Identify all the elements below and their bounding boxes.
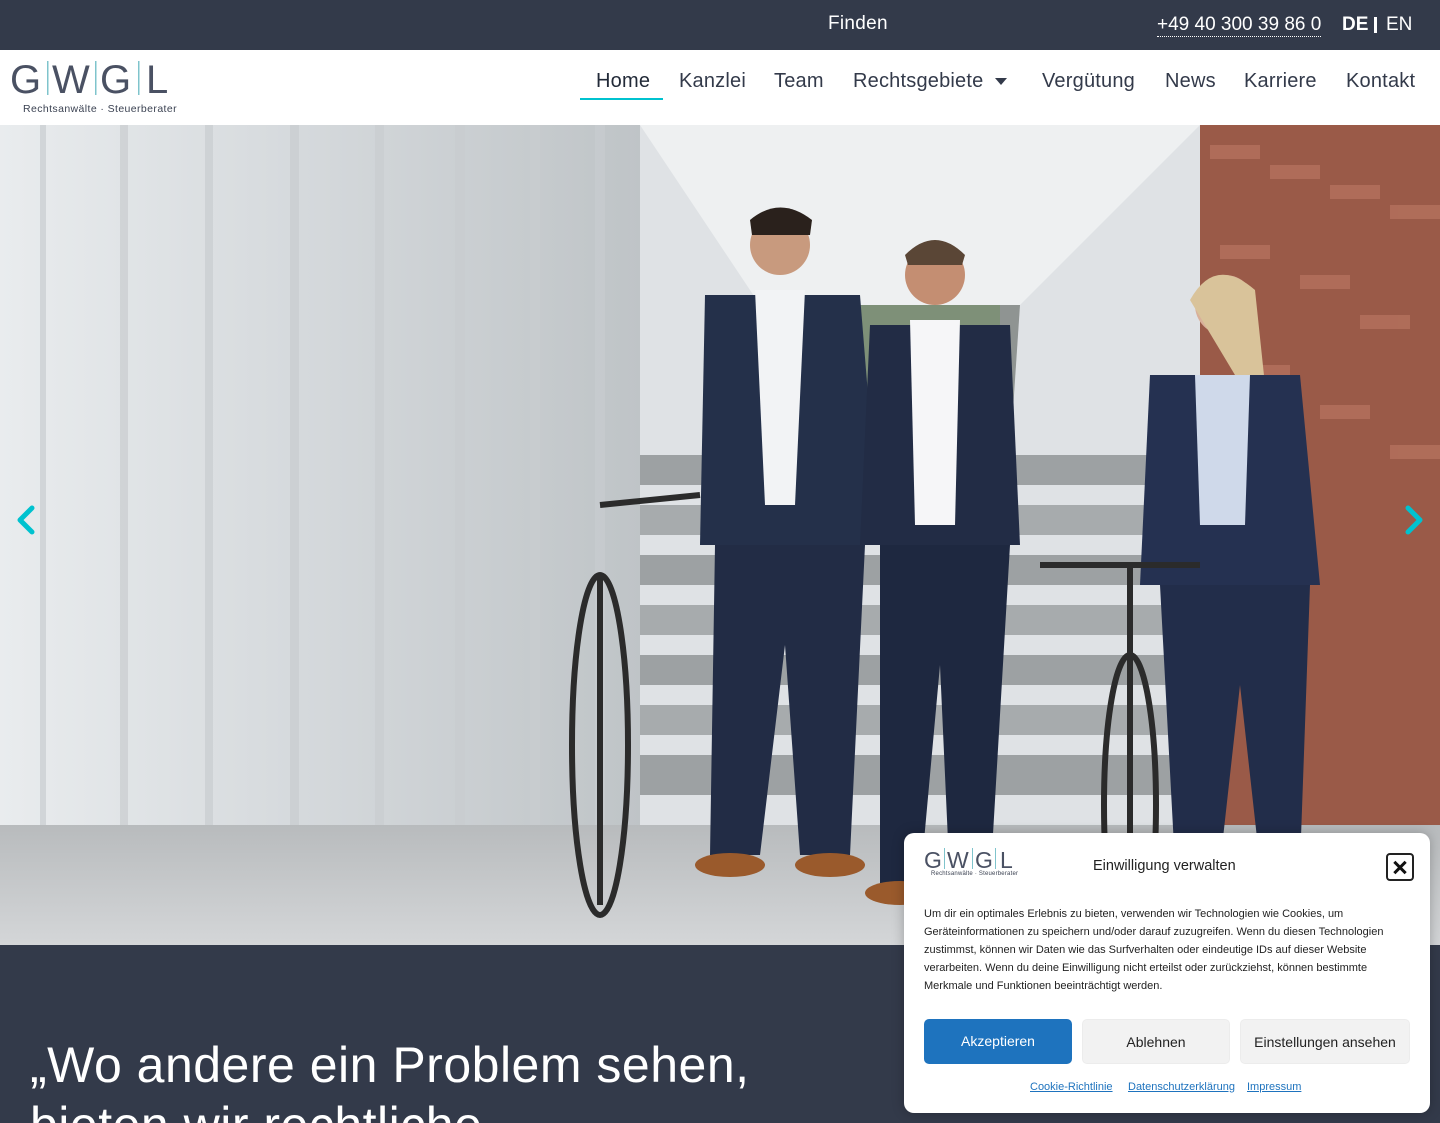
gwgl-logo[interactable]: G W G L Rechtsanwälte · Steuerberater [10,59,195,117]
language-separator [1374,17,1377,33]
privacy-policy-link[interactable]: Datenschutzerklärung [1128,1081,1235,1093]
close-icon[interactable] [1386,853,1414,881]
view-settings-button[interactable]: Einstellungen ansehen [1240,1019,1410,1064]
nav-news[interactable]: News [1165,70,1216,93]
phone-link[interactable]: +49 40 300 39 86 0 [1157,13,1322,37]
cookie-policy-link[interactable]: Cookie-Richtlinie [1030,1081,1113,1093]
svg-text:W: W [947,847,969,871]
site-header: G W G L Rechtsanwälte · Steuerberater Ho… [0,50,1440,125]
imprint-link[interactable]: Impressum [1247,1081,1301,1093]
hero-photo-team-with-bicycles [0,125,1440,945]
svg-text:G: G [10,59,43,99]
person-middle [860,240,1020,905]
quote-line-2: bieten wir rechtliche [30,1095,750,1123]
nav-team[interactable]: Team [774,70,824,93]
accept-button[interactable]: Akzeptieren [924,1019,1072,1064]
nav-verguetung[interactable]: Vergütung [1042,70,1135,93]
svg-text:G: G [975,847,993,871]
svg-text:L: L [146,59,168,99]
nav-kontakt[interactable]: Kontakt [1346,70,1415,93]
cookie-consent-modal: G W G L Rechtsanwälte · Steuerberater Ei… [904,833,1430,1113]
slider-next-arrow-icon[interactable] [1394,500,1434,540]
caret-down-icon [995,78,1008,86]
slider-prev-arrow-icon[interactable] [8,500,48,540]
logo-subtitle: Rechtsanwälte · Steuerberater [23,103,178,115]
nav-karriere[interactable]: Karriere [1244,70,1317,93]
top-bar: Finden +49 40 300 39 86 0 DE EN [0,0,1440,50]
nav-kanzlei[interactable]: Kanzlei [679,70,746,93]
deny-button[interactable]: Ablehnen [1082,1019,1230,1064]
find-link[interactable]: Finden [828,13,888,35]
language-en[interactable]: EN [1386,14,1412,36]
cookie-logo-subtitle: Rechtsanwälte · Steuerberater [931,871,1019,877]
language-de[interactable]: DE [1342,14,1368,36]
nav-rechtsgebiete-label: Rechtsgebiete [853,70,984,92]
quote-line-1: „Wo andere ein Problem sehen, [30,1037,750,1093]
cookie-logo-mark: G W G L [924,847,1013,873]
svg-text:W: W [52,59,90,99]
hero-quote: „Wo andere ein Problem sehen, bieten wir… [30,1035,750,1123]
svg-text:G: G [100,59,131,99]
nav-home[interactable]: Home [596,70,650,93]
svg-text:G: G [924,847,942,871]
nav-rechtsgebiete[interactable]: Rechtsgebiete [853,70,1008,93]
cookie-logo: G W G L Rechtsanwälte · Steuerberater [924,847,1026,881]
gwgl-logo-mark: G W G L [10,59,168,99]
nav-active-indicator [580,98,663,100]
svg-text:L: L [1000,847,1013,871]
cookie-description: Um dir ein optimales Erlebnis zu bieten,… [924,908,1384,992]
cookie-title: Einwilligung verwalten [1093,858,1236,874]
hero-slider [0,125,1440,945]
